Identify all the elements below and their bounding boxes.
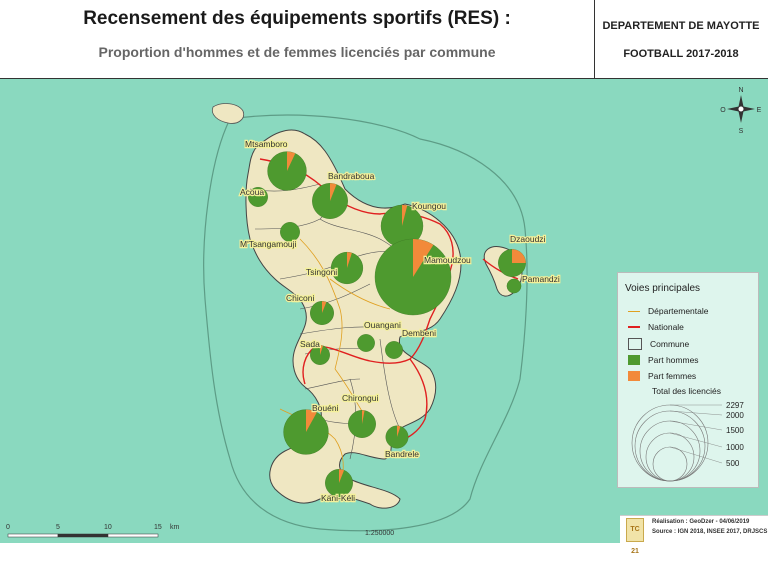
legend-hommes: Part hommes	[628, 354, 699, 366]
pie-chirongui	[348, 410, 376, 438]
commune-label: Ouangani	[364, 320, 401, 330]
pie-dembeni	[385, 341, 403, 359]
scale-tick-10: 10	[104, 524, 112, 531]
legend-title: Voies principales	[625, 283, 701, 294]
legend-commune-label: Commune	[650, 339, 690, 349]
commune-label: Koungou	[412, 201, 446, 211]
scale-tick-5: 5	[56, 524, 60, 531]
pie-mamoudzou	[374, 238, 452, 316]
commune-label: Sada	[300, 339, 320, 349]
producer-logo: TC 21	[626, 518, 644, 555]
commune-label: Bouéni	[312, 403, 339, 413]
commune-label: Bandraboua	[328, 171, 375, 181]
size-label-500: 500	[726, 459, 740, 468]
scale-ratio: 1:250000	[365, 530, 395, 537]
pie-hommes-slice	[506, 278, 522, 294]
size-label-1500: 1500	[726, 426, 744, 435]
legend-departementale-label: Départementale	[648, 306, 709, 316]
season-label: FOOTBALL 2017-2018	[623, 48, 739, 60]
svg-text:S: S	[739, 128, 744, 135]
pie-bandraboua	[312, 183, 348, 219]
pie-pamandzi	[506, 278, 522, 294]
femmes-swatch-icon	[628, 371, 640, 381]
pie-hommes-slice	[385, 341, 403, 359]
scale-tick-15: 15	[154, 524, 162, 531]
legend: Voies principales Départementale Nationa…	[617, 272, 759, 488]
size-label-2000: 2000	[726, 411, 744, 420]
credits: TC 21 Réalisation : GeoDzer - 04/06/2019…	[620, 515, 768, 555]
scale-unit: km	[170, 524, 180, 531]
department-label: DEPARTEMENT DE MAYOTTE	[602, 20, 760, 32]
pie-bou-ni	[283, 409, 329, 455]
commune-box-icon	[628, 338, 642, 350]
map-header: Recensement des équipements sportifs (RE…	[0, 0, 768, 79]
size-legend: 2297 2000 1500 1000 500	[631, 401, 744, 482]
pie-mtsamboro	[267, 151, 307, 191]
commune-label: Mamoudzou	[424, 255, 471, 265]
size-label-1000: 1000	[726, 443, 744, 452]
pie-hommes-slice	[357, 334, 375, 352]
map-subtitle: Proportion d'hommes et de femmes licenci…	[98, 44, 496, 60]
map-title: Recensement des équipements sportifs (RE…	[83, 8, 511, 29]
scale-tick-0: 0	[6, 524, 10, 531]
svg-text:N: N	[738, 87, 743, 94]
legend-femmes-label: Part femmes	[648, 371, 697, 381]
pie-dzaoudzi	[498, 249, 526, 277]
legend-femmes: Part femmes	[628, 370, 696, 382]
title-box: Recensement des équipements sportifs (RE…	[0, 0, 595, 78]
commune-label: Kani-Kéli	[321, 493, 355, 503]
commune-label: Bandrele	[385, 449, 419, 459]
commune-label: Pamandzi	[522, 274, 560, 284]
commune-label: Chirongui	[342, 393, 378, 403]
hommes-swatch-icon	[628, 355, 640, 365]
legend-total: Total des licenciés	[652, 385, 721, 397]
credits-source: Source : IGN 2018, INSEE 2017, DRJSCS	[652, 529, 768, 535]
legend-total-label: Total des licenciés	[652, 386, 721, 396]
credits-realisation: Réalisation : GeoDzer - 04/06/2019	[652, 519, 750, 525]
legend-nationale-label: Nationale	[648, 322, 684, 332]
legend-nationale: Nationale	[628, 321, 684, 333]
legend-hommes-label: Part hommes	[648, 355, 699, 365]
commune-label: Tsingoni	[306, 267, 337, 277]
commune-label: Dzaoudzi	[510, 234, 546, 244]
pie-bandrele	[385, 425, 409, 449]
legend-departementale: Départementale	[628, 305, 708, 317]
commune-label: Acoua	[240, 187, 264, 197]
commune-label: Chiconi	[286, 293, 314, 303]
pie-chiconi	[310, 301, 334, 325]
commune-label: Mtsamboro	[245, 139, 288, 149]
pie-ouangani	[357, 334, 375, 352]
commune-label: Dembeni	[402, 328, 436, 338]
svg-text:O: O	[720, 107, 726, 114]
scale-bar	[7, 533, 159, 538]
size-label-2297: 2297	[726, 401, 744, 410]
nationale-line-icon	[628, 326, 640, 328]
departementale-line-icon	[628, 310, 640, 312]
legend-commune: Commune	[628, 338, 689, 350]
svg-text:E: E	[757, 107, 762, 114]
commune-label: M'Tsangamouji	[240, 239, 297, 249]
